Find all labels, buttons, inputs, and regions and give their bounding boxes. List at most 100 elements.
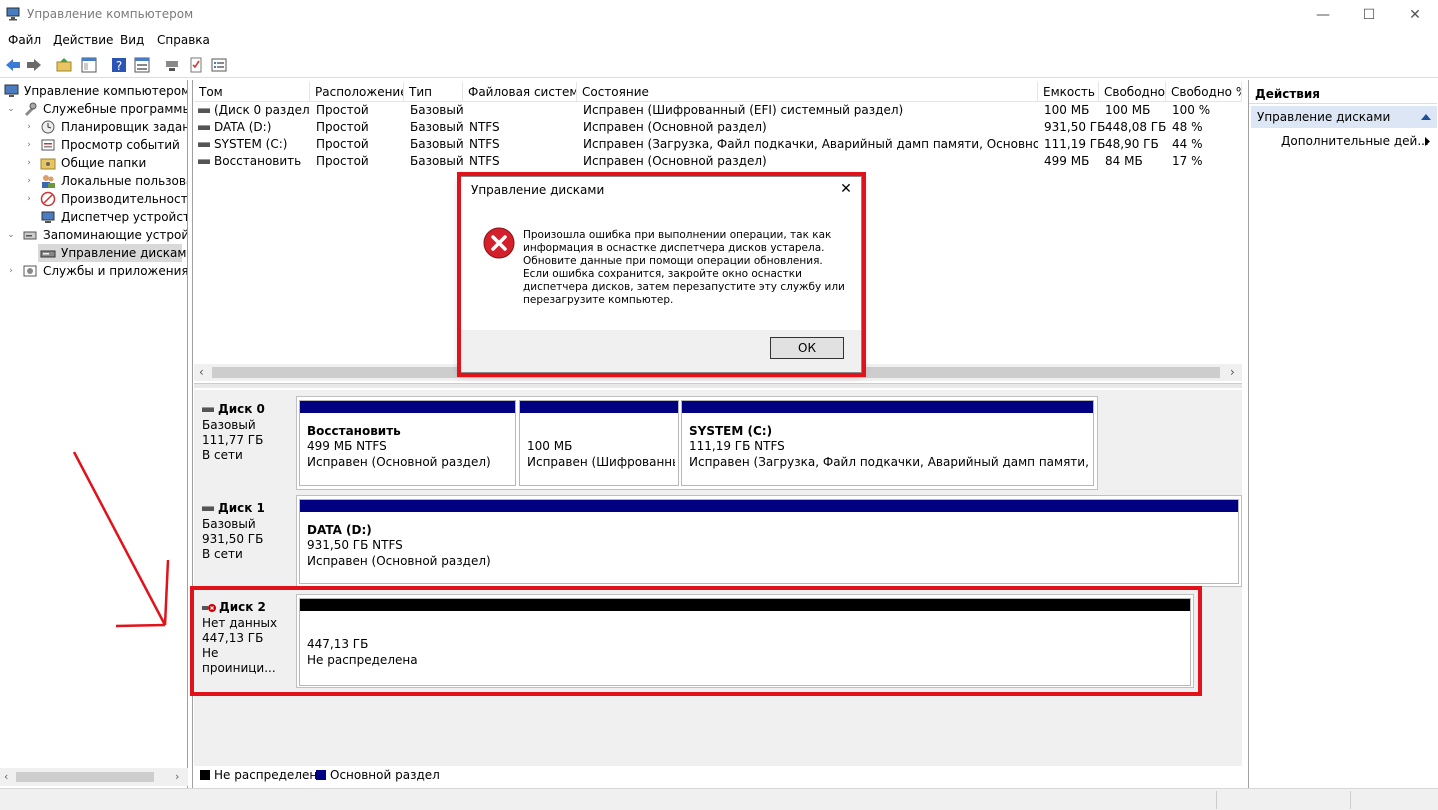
scroll-right-icon[interactable]: ›: [1230, 365, 1235, 379]
disk-icon: [202, 506, 214, 511]
scroll-right-icon[interactable]: ›: [175, 770, 179, 783]
show-hide-tree-icon[interactable]: [80, 56, 98, 74]
column-header-location[interactable]: Расположение: [310, 82, 404, 102]
actions-section-disk-management[interactable]: Управление дисками: [1251, 106, 1437, 128]
ok-button[interactable]: ОК: [770, 337, 844, 359]
capacity-cell: 100 МБ: [1044, 103, 1090, 117]
partition-title: DATA (D:): [307, 523, 372, 537]
menu-help[interactable]: Справка: [157, 33, 210, 47]
tree-label: Планировщик заданий: [61, 120, 187, 134]
clock-icon: [41, 120, 55, 134]
volume-list-header: Том Расположение Тип Файловая система Со…: [194, 82, 1242, 102]
dialog-close-button[interactable]: ✕: [835, 179, 857, 199]
drive-icon: [198, 125, 210, 130]
chevron-right-icon[interactable]: ›: [24, 190, 34, 208]
partition-system[interactable]: SYSTEM (C:) 111,19 ГБ NTFS Исправен (Заг…: [681, 400, 1094, 486]
close-window-button[interactable]: ✕: [1392, 0, 1438, 30]
up-folder-icon[interactable]: [55, 56, 73, 74]
volume-cell: DATA (D:): [198, 119, 310, 136]
legend-primary-label: Основной раздел: [330, 768, 440, 782]
chevron-right-icon[interactable]: ›: [24, 172, 34, 190]
menu-file[interactable]: Файл: [8, 33, 41, 47]
status-separator: [1350, 791, 1351, 809]
menu-action[interactable]: Действие: [53, 33, 113, 47]
actions-more-item[interactable]: Дополнительные дей...: [1281, 134, 1431, 152]
free-percent-cell: 48 %: [1172, 120, 1203, 134]
table-row[interactable]: Восстановить Простой Базовый NTFS Исправ…: [194, 153, 1242, 170]
connect-icon[interactable]: [163, 56, 181, 74]
partition-size: 931,50 ГБ NTFS: [307, 538, 403, 552]
capacity-cell: 499 МБ: [1044, 154, 1090, 168]
table-row[interactable]: DATA (D:) Простой Базовый NTFS Исправен …: [194, 119, 1242, 136]
chevron-down-icon[interactable]: ⌄: [6, 226, 16, 244]
chevron-right-icon[interactable]: ›: [24, 154, 34, 172]
minimize-button[interactable]: —: [1300, 0, 1346, 30]
disk-error-icon: [202, 603, 216, 612]
partition-size: 100 МБ: [527, 439, 573, 453]
legend-unallocated-swatch: [200, 770, 210, 780]
disk-1-label[interactable]: Диск 1 Базовый 931,50 ГБ В сети: [198, 495, 294, 587]
column-header-filesystem[interactable]: Файловая система: [463, 82, 577, 102]
column-header-free[interactable]: Свободно: [1099, 82, 1166, 102]
column-header-capacity[interactable]: Емкость: [1038, 82, 1099, 102]
table-row[interactable]: (Диск 0 раздел 2) Простой Базовый Исправ…: [194, 102, 1242, 119]
navigation-tree: Управление компьютером (л ⌄ Служебные пр…: [0, 80, 188, 788]
disk-size: 931,50 ГБ: [202, 532, 264, 546]
partition-size: 447,13 ГБ: [307, 637, 369, 651]
disk-1-partitions: DATA (D:) 931,50 ГБ NTFS Исправен (Основ…: [296, 495, 1242, 587]
free-cell: 100 МБ: [1105, 103, 1151, 117]
checklist-icon[interactable]: [187, 56, 205, 74]
chevron-right-icon[interactable]: ›: [24, 136, 34, 154]
scroll-left-icon[interactable]: ‹: [199, 365, 204, 379]
dialog-message-line: диспетчера дисков, затем перезапустите э…: [523, 281, 845, 293]
column-header-status[interactable]: Состояние: [577, 82, 1038, 102]
scroll-left-icon[interactable]: ‹: [4, 770, 8, 783]
error-icon: [483, 227, 515, 259]
menu-view[interactable]: Вид: [120, 33, 144, 47]
actions-more-label: Дополнительные дей...: [1281, 134, 1429, 148]
partition-unallocated[interactable]: 447,13 ГБ Не распределена: [299, 598, 1191, 686]
tree-label: Служебные программы: [43, 102, 188, 116]
partition-title: SYSTEM (C:): [689, 424, 773, 438]
partition-data[interactable]: DATA (D:) 931,50 ГБ NTFS Исправен (Основ…: [299, 499, 1239, 584]
disk-0-label[interactable]: Диск 0 Базовый 111,77 ГБ В сети: [198, 396, 294, 488]
volume-name: (Диск 0 раздел 2): [214, 103, 310, 117]
fs-cell: NTFS: [469, 154, 500, 168]
drive-icon: [198, 108, 210, 113]
drive-icon: [198, 142, 210, 147]
legend: Не распределена Основной раздел: [194, 766, 1242, 786]
dialog-message-line: Если ошибка сохранится, закройте окно ос…: [523, 268, 802, 280]
tree-item-disk-management[interactable]: Управление дисками: [38, 244, 187, 262]
free-cell: 48,90 ГБ: [1105, 137, 1159, 151]
partition-bar: [682, 401, 1093, 413]
disk-status: В сети: [202, 547, 243, 561]
partition-efi[interactable]: 100 МБ Исправен (Шифрованный: [519, 400, 679, 486]
maximize-button[interactable]: ☐: [1346, 0, 1392, 30]
tree-label: Просмотр событий: [61, 138, 180, 152]
properties-view-icon[interactable]: [133, 56, 151, 74]
disk-2-label[interactable]: Диск 2 Нет данных 447,13 ГБ Не проиници.…: [198, 594, 294, 686]
forward-arrow-icon[interactable]: [25, 56, 43, 74]
chevron-down-icon[interactable]: ⌄: [6, 100, 16, 118]
device-manager-icon: [41, 211, 55, 223]
status-cell: Исправен (Шифрованный (EFI) системный ра…: [583, 103, 904, 117]
help-icon[interactable]: ?: [110, 56, 128, 74]
red-arrow-annotation: [72, 451, 170, 628]
location-cell: Простой: [316, 103, 369, 117]
column-header-volume[interactable]: Том: [194, 82, 310, 102]
partition-recovery[interactable]: Восстановить 499 МБ NTFS Исправен (Основ…: [299, 400, 516, 486]
column-header-free-percent[interactable]: Свободно %: [1166, 82, 1242, 102]
collapse-up-icon[interactable]: [1421, 113, 1431, 120]
table-row[interactable]: SYSTEM (C:) Простой Базовый NTFS Исправе…: [194, 136, 1242, 153]
pane-splitter[interactable]: [194, 383, 1242, 388]
column-header-type[interactable]: Тип: [404, 82, 463, 102]
back-arrow-icon[interactable]: [4, 56, 22, 74]
disk-type: Базовый: [202, 517, 256, 531]
scrollbar-thumb[interactable]: [16, 772, 154, 782]
list-view-icon[interactable]: [210, 56, 228, 74]
chevron-right-icon[interactable]: ›: [24, 118, 34, 136]
chevron-right-icon[interactable]: ›: [6, 262, 16, 280]
tree-horizontal-scrollbar[interactable]: ‹ ›: [0, 768, 188, 786]
partition-size: 111,19 ГБ NTFS: [689, 439, 785, 453]
tree-label: Управление дисками: [61, 246, 188, 260]
